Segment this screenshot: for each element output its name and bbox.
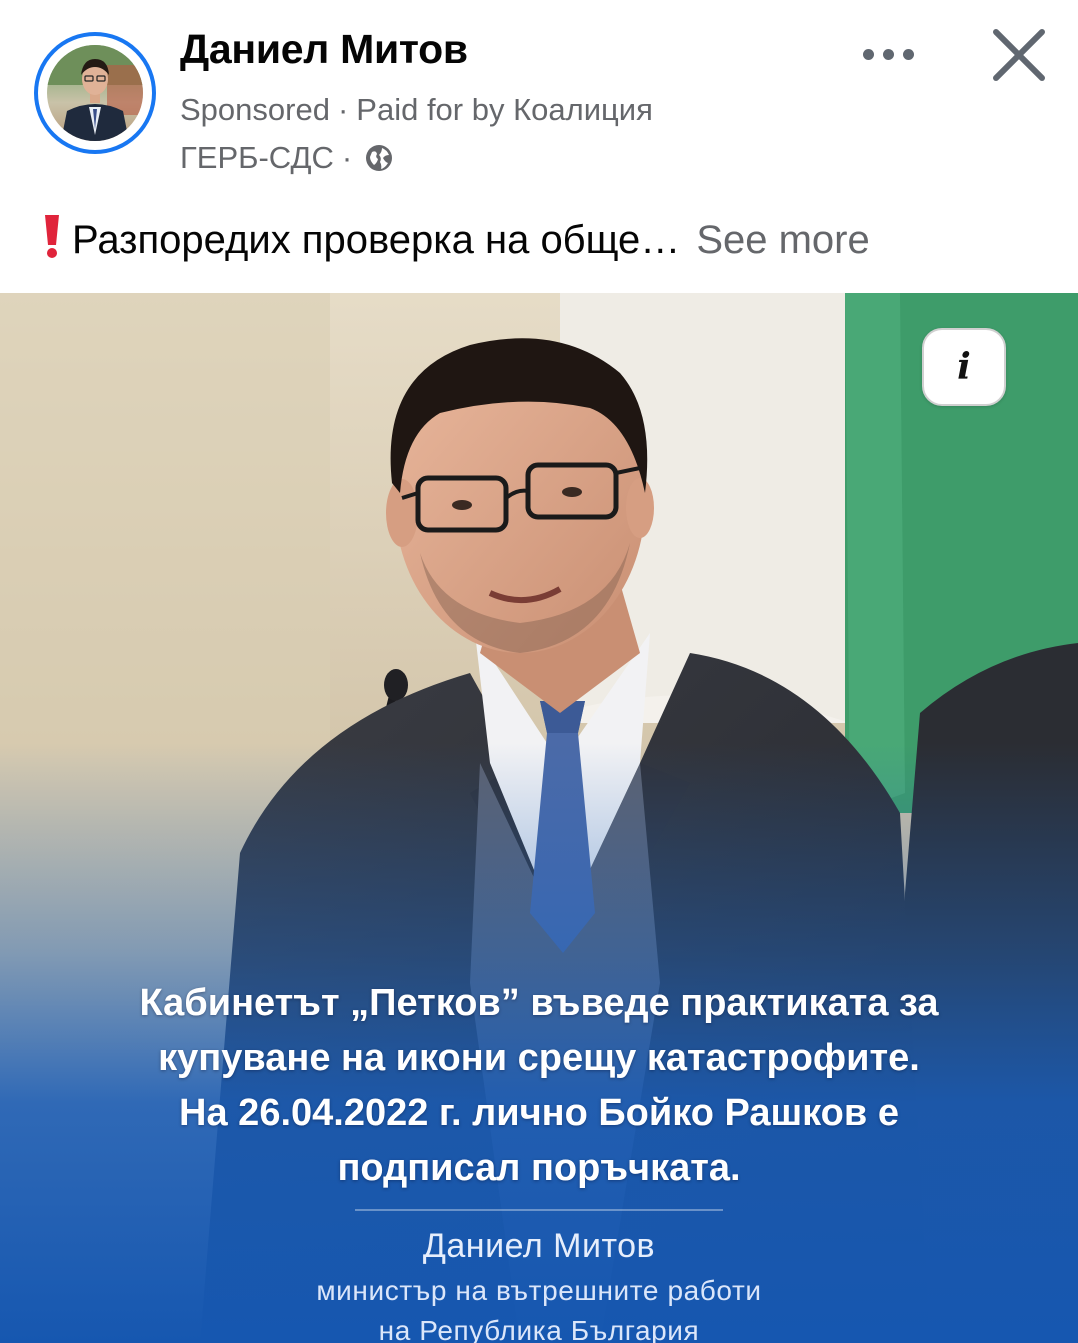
close-icon	[993, 29, 1045, 81]
avatar-image	[47, 45, 143, 141]
more-dot	[902, 48, 914, 60]
sponsored-post: Даниел Митов Sponsored · Paid for by Коали…	[0, 0, 1078, 1343]
sponsored-meta: Sponsored · Paid for by Коалиция	[180, 92, 653, 128]
signature-title: министър на вътрешните работи	[316, 1275, 762, 1306]
signature-title: на Република България	[378, 1315, 700, 1343]
more-dots-icon	[862, 48, 874, 60]
meta-separator: ·	[337, 92, 349, 127]
ad-info-button[interactable]: i	[922, 328, 1006, 406]
image-headline: Кабинетът „Петков” въведе практиката за …	[20, 976, 1058, 1196]
headline-line: На 26.04.2022 г. лично Бойко Рашков е	[179, 1092, 899, 1134]
more-options-button[interactable]	[852, 30, 924, 78]
meta-separator: ·	[341, 140, 353, 175]
paid-for-label[interactable]: Paid for by Коалиция	[356, 92, 653, 127]
paid-for-label-cont[interactable]: ГЕРБ-СДС	[180, 140, 334, 175]
headline-line: подписал поръчката.	[337, 1147, 741, 1189]
headline-line: купуване на икони срещу катастрофите.	[158, 1037, 920, 1079]
headline-line: Кабинетът „Петков” въведе практиката за	[139, 982, 939, 1024]
paid-for-meta: ГЕРБ-СДС ·	[180, 140, 394, 181]
post-caption: Разпоредих проверка на обще… See more	[42, 212, 1042, 268]
exclamation-icon	[42, 213, 62, 268]
signature-name: Даниел Митов	[422, 1227, 656, 1265]
author-name[interactable]: Даниел Митов	[180, 26, 468, 73]
post-header: Даниел Митов Sponsored · Paid for by Коали…	[0, 0, 1078, 190]
author-avatar[interactable]	[34, 32, 156, 154]
caption-text: Разпоредих проверка на обще…	[72, 218, 681, 262]
signature-divider	[355, 1209, 723, 1211]
globe-icon	[364, 143, 394, 181]
close-button[interactable]	[988, 24, 1050, 86]
more-dot	[882, 48, 894, 60]
info-icon: i	[957, 346, 971, 388]
sponsored-label[interactable]: Sponsored	[180, 92, 330, 127]
post-image[interactable]: i Кабинетът „Петков” въведе практиката з…	[0, 293, 1078, 1343]
see-more-link[interactable]: See more	[696, 218, 869, 262]
